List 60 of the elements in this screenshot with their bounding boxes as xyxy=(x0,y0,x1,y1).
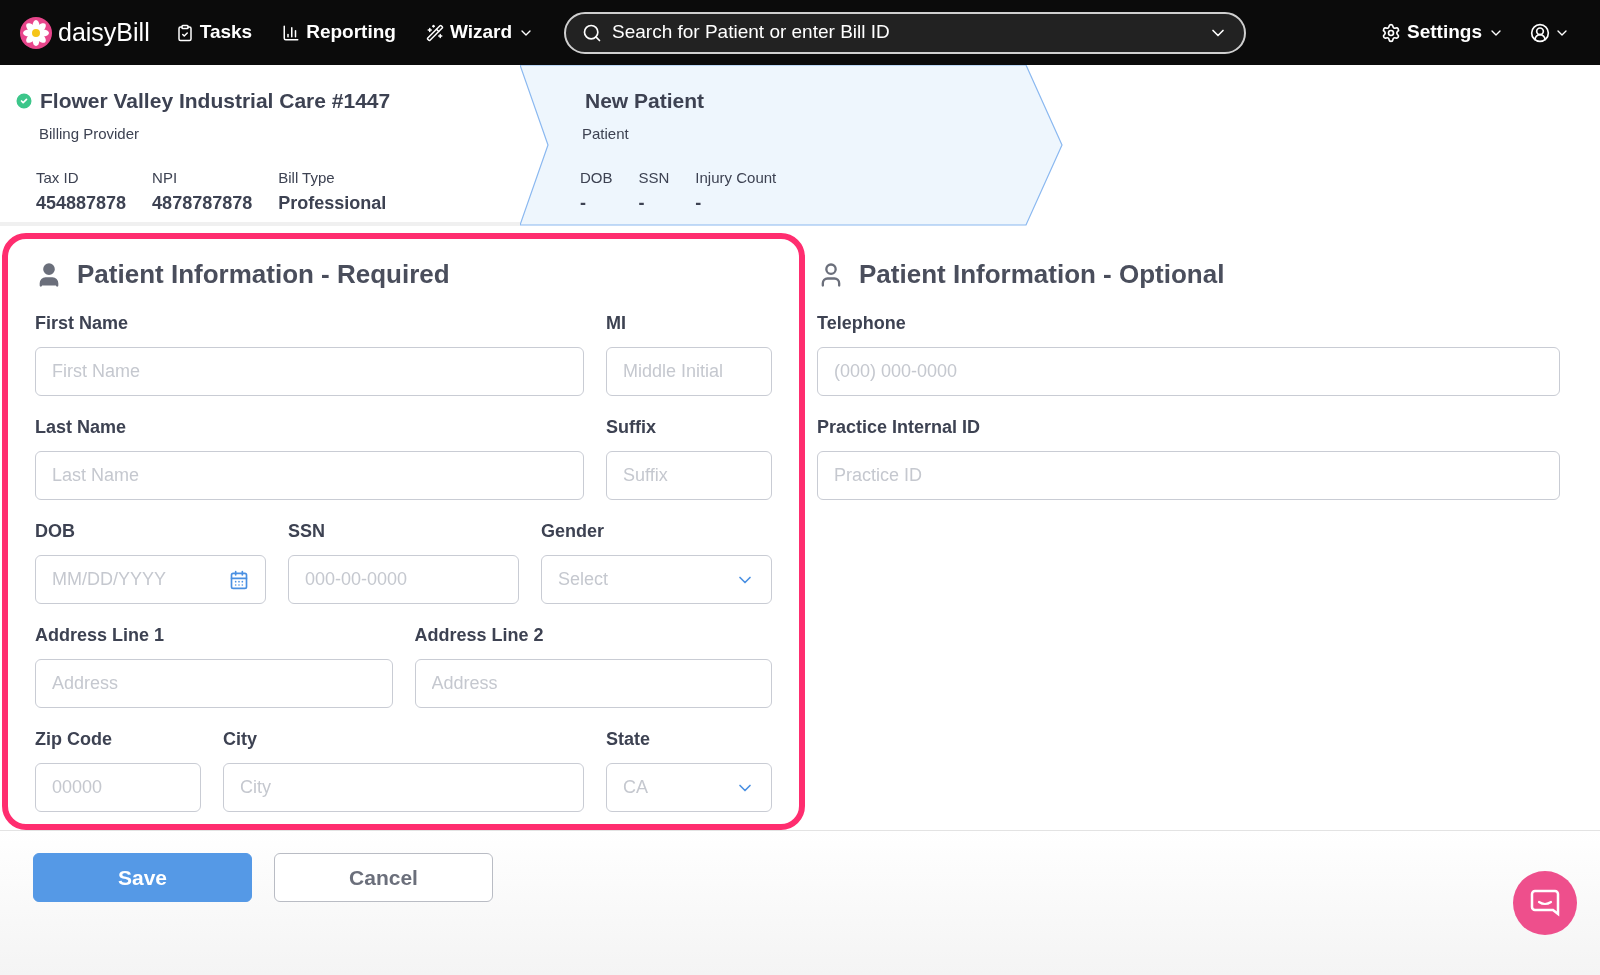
info-value: 454887878 xyxy=(36,191,127,215)
calendar-icon xyxy=(229,569,249,590)
input-field[interactable]: 00000 xyxy=(35,763,201,812)
field-label: City xyxy=(223,728,258,751)
bar-chart-icon xyxy=(282,23,301,42)
info-label: Tax ID xyxy=(36,168,80,188)
nav-item[interactable]: Wizard xyxy=(425,18,534,47)
patient-role: Patient xyxy=(582,123,629,144)
check-circle-icon xyxy=(14,90,34,111)
field-label: Gender xyxy=(541,520,606,543)
user-account-icon xyxy=(1530,22,1550,43)
input-field[interactable]: (000) 000-0000 xyxy=(817,347,1560,396)
field-label: MI xyxy=(606,312,627,335)
input-field[interactable]: Practice ID xyxy=(817,451,1560,500)
info-label: Injury Count xyxy=(695,168,777,188)
provider-role: Billing Provider xyxy=(38,123,140,144)
field-label: Telephone xyxy=(817,312,907,335)
field-label: State xyxy=(606,728,651,751)
info-value: - xyxy=(695,191,703,215)
settings-menu[interactable]: Settings xyxy=(1381,18,1504,47)
field-label: Address Line 2 xyxy=(414,624,545,647)
input-field[interactable]: Last Name xyxy=(35,451,584,500)
section-title: Patient Information - Optional xyxy=(859,258,1225,291)
info-value: - xyxy=(580,191,587,215)
field-label: SSN xyxy=(288,520,326,543)
cancel-button[interactable]: Cancel xyxy=(274,853,493,902)
info-label: NPI xyxy=(152,168,179,188)
chat-bubble-icon xyxy=(1530,889,1560,917)
field-label: Practice Internal ID xyxy=(817,416,982,439)
input-field[interactable]: City xyxy=(223,763,584,812)
provider-name: Flower Valley Industrial Care #1447 xyxy=(40,88,391,114)
field-label: Address Line 1 xyxy=(35,624,166,647)
field-label: Last Name xyxy=(35,416,128,439)
flower-logo-icon xyxy=(20,16,52,49)
logo-text: daisyBill xyxy=(58,16,150,48)
info-label: Bill Type xyxy=(278,168,336,188)
settings-icon xyxy=(1381,22,1402,43)
info-label: SSN xyxy=(638,168,670,188)
nav-item[interactable]: Reporting xyxy=(282,18,396,47)
info-value: 4878787878 xyxy=(152,191,253,215)
field-label: Zip Code xyxy=(35,728,113,751)
patient-name: New Patient xyxy=(585,88,705,114)
info-value: - xyxy=(638,191,646,215)
clipboard-icon xyxy=(175,23,194,42)
search-field[interactable]: Search for Patient or enter Bill ID xyxy=(564,11,1246,54)
info-label: DOB xyxy=(580,168,613,188)
input-field[interactable]: First Name xyxy=(35,347,584,396)
search-icon xyxy=(582,22,602,43)
input-field[interactable]: Suffix xyxy=(606,451,772,500)
input-field[interactable]: Address xyxy=(414,659,772,708)
field-label: DOB xyxy=(35,520,76,543)
section-title: Patient Information - Required xyxy=(77,258,450,291)
input-field[interactable]: Address xyxy=(35,659,393,708)
input-field[interactable]: 000-00-0000 xyxy=(288,555,519,604)
info-value: Professional xyxy=(278,191,387,215)
field-label: First Name xyxy=(35,312,130,335)
field-label: Suffix xyxy=(606,416,657,439)
nav-item[interactable]: Tasks xyxy=(175,18,253,47)
magic-wand-icon xyxy=(425,23,444,42)
input-field[interactable]: Middle Initial xyxy=(606,347,772,396)
